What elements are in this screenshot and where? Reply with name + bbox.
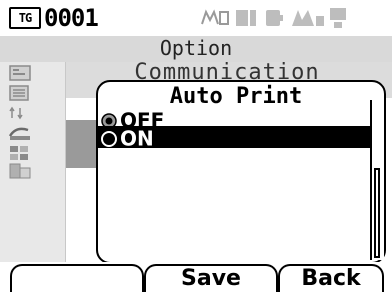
list-icon[interactable] xyxy=(8,84,34,102)
measurement-mode-icon xyxy=(201,9,229,25)
connection-icon xyxy=(330,8,346,28)
radio-empty-icon xyxy=(101,130,117,147)
language-icon[interactable] xyxy=(8,144,34,162)
target-badge: TG xyxy=(9,7,41,29)
option-on[interactable]: ON xyxy=(98,126,370,151)
communication-icon[interactable] xyxy=(8,124,34,142)
sample-icon xyxy=(236,10,256,26)
other-setting-icon[interactable] xyxy=(8,162,34,180)
status-icons xyxy=(201,8,346,28)
screen-title: Option xyxy=(159,36,233,60)
target-number: 0001 xyxy=(44,4,99,32)
softkey-1[interactable] xyxy=(10,264,144,292)
back-button[interactable]: Back xyxy=(278,264,384,292)
selected-menu-marker xyxy=(66,120,96,168)
battery-icon xyxy=(266,10,283,26)
display-setting-icon[interactable] xyxy=(8,64,34,82)
transfer-icon[interactable] xyxy=(8,104,34,122)
save-button[interactable]: Save xyxy=(144,264,278,292)
sidebar xyxy=(0,62,66,262)
scrollbar-thumb[interactable] xyxy=(374,168,380,258)
status-bar: TG 0001 xyxy=(0,0,392,36)
signal-icon xyxy=(292,10,324,26)
option-on-label: ON xyxy=(120,126,154,151)
